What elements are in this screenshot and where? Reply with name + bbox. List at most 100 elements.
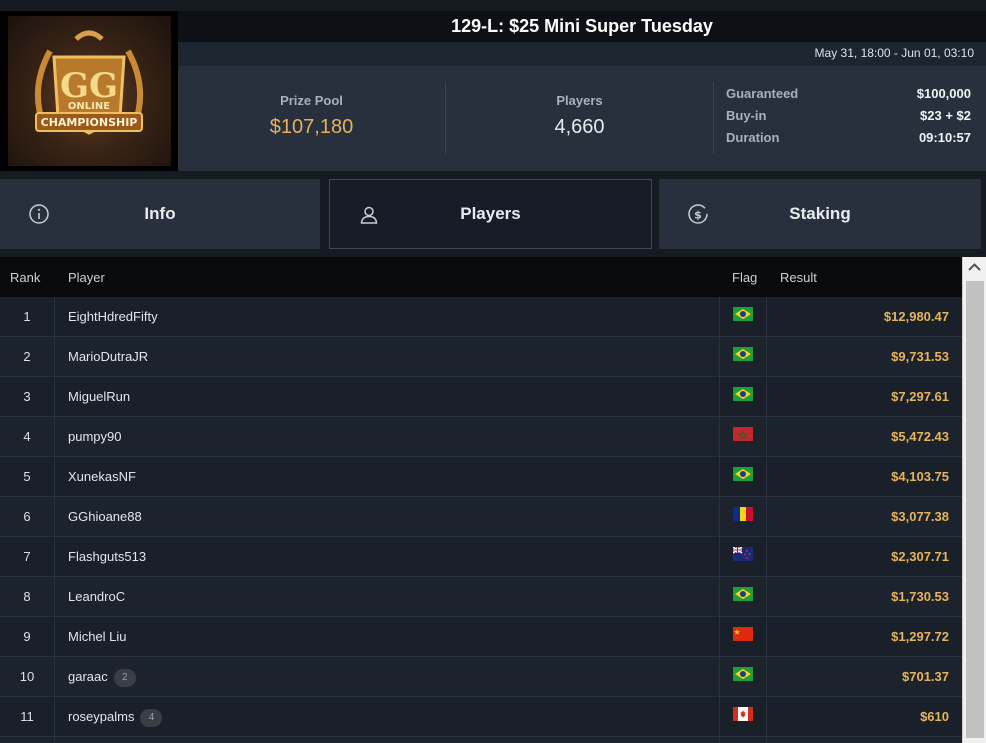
detail-guaranteed: Guaranteed $100,000: [726, 86, 971, 108]
brazil-flag-icon: [733, 347, 753, 361]
svg-text:ONLINE: ONLINE: [68, 101, 110, 112]
reentry-count-badge: 4: [140, 708, 163, 727]
rank-cell: [0, 737, 55, 743]
table-row[interactable]: 3 MiguelRun $7,297.61: [0, 377, 962, 417]
table-row[interactable]: 2 MarioDutraJR $9,731.53: [0, 337, 962, 377]
date-bar: May 31, 18:00 - Jun 01, 03:10: [178, 42, 986, 66]
morocco-flag-icon: [733, 427, 753, 441]
player-cell[interactable]: XunekasNF: [68, 457, 136, 496]
user-icon: [360, 206, 378, 224]
player-cell[interactable]: MarioDutraJR: [68, 337, 148, 376]
stats-panel: Prize Pool $107,180 Players 4,660 Guaran…: [178, 66, 986, 171]
reentry-count-badge: 2: [113, 668, 136, 687]
player-cell[interactable]: EightHdredFifty: [68, 297, 158, 336]
result-cell: $4,103.75: [891, 469, 949, 484]
player-name[interactable]: GGhioane88: [68, 509, 142, 524]
flag-cell: [719, 457, 767, 496]
flag-cell: [719, 497, 767, 536]
player-name[interactable]: pumpy90: [68, 429, 121, 444]
rank-cell: 10: [0, 657, 55, 696]
rank-cell: 4: [0, 417, 55, 456]
table-row[interactable]: 5 XunekasNF $4,103.75: [0, 457, 962, 497]
table-row[interactable]: 1 EightHdredFifty $12,980.47: [0, 297, 962, 337]
flag-cell: [719, 577, 767, 616]
tab-label: Staking: [789, 204, 851, 223]
table-header: Rank Player Flag Result: [0, 257, 962, 297]
player-name[interactable]: roseypalms: [68, 709, 134, 724]
flag-cell: [719, 377, 767, 416]
rank-cell: 3: [0, 377, 55, 416]
player-cell[interactable]: roseypalms 4: [68, 697, 163, 736]
flag-cell: [719, 537, 767, 576]
rank-cell: 2: [0, 337, 55, 376]
table-row[interactable]: 9 Michel Liu $1,297.72: [0, 617, 962, 657]
players-label: Players: [556, 93, 603, 108]
result-cell: $5,472.43: [891, 429, 949, 444]
divider: [713, 82, 714, 154]
chevron-up-icon: [968, 263, 981, 271]
tab-label: Players: [460, 204, 521, 223]
brazil-flag-icon: [733, 587, 753, 601]
scrollbar[interactable]: [962, 257, 986, 743]
player-cell[interactable]: MiguelRun: [68, 377, 130, 416]
player-cell[interactable]: LeandroC: [68, 577, 125, 616]
brazil-flag-icon: [733, 307, 753, 321]
tournament-details: Guaranteed $100,000 Buy-in $23 + $2 Dura…: [726, 86, 971, 152]
table-row[interactable]: 11 roseypalms 4 $610: [0, 697, 962, 737]
player-cell[interactable]: Flashguts513: [68, 537, 146, 576]
tournament-logo: GG ONLINE CHAMPIONSHIP: [0, 11, 178, 171]
player-name[interactable]: XunekasNF: [68, 469, 136, 484]
result-cell: $3,077.38: [891, 509, 949, 524]
detail-value: $100,000: [916, 86, 971, 101]
flag-cell: [719, 657, 767, 696]
result-cell: $7,297.61: [891, 389, 949, 404]
logo-emblem: GG ONLINE CHAMPIONSHIP: [7, 16, 171, 166]
column-header-player[interactable]: Player: [68, 270, 105, 285]
table-row[interactable]: 6 GGhioane88 $3,077.38: [0, 497, 962, 537]
players-stat: Players 4,660: [446, 66, 713, 171]
svg-text:CHAMPIONSHIP: CHAMPIONSHIP: [41, 116, 138, 129]
player-name[interactable]: Michel Liu: [68, 629, 127, 644]
table-row[interactable]: 10 garaac 2 $701.37: [0, 657, 962, 697]
scroll-up-button[interactable]: [963, 257, 986, 279]
tab-label: Info: [144, 204, 176, 223]
player-name[interactable]: Flashguts513: [68, 549, 146, 564]
column-header-rank[interactable]: Rank: [10, 270, 40, 285]
dollar-coin-icon: $: [688, 204, 708, 224]
flag-cell: [719, 617, 767, 656]
player-name[interactable]: LeandroC: [68, 589, 125, 604]
rank-cell: 6: [0, 497, 55, 536]
player-name[interactable]: MiguelRun: [68, 389, 130, 404]
table-row[interactable]: [0, 737, 962, 743]
result-cell: $9,731.53: [891, 349, 949, 364]
result-cell: $701.37: [902, 669, 949, 684]
flag-cell: [719, 297, 767, 336]
table-row[interactable]: 7 Flashguts513 $2,307.71: [0, 537, 962, 577]
tab-staking[interactable]: $ Staking: [659, 179, 981, 249]
player-cell[interactable]: GGhioane88: [68, 497, 142, 536]
column-header-result[interactable]: Result: [780, 270, 817, 285]
player-cell[interactable]: garaac 2: [68, 657, 136, 696]
column-header-flag[interactable]: Flag: [732, 270, 757, 285]
table-body: 1 EightHdredFifty $12,980.47 2 MarioDutraJR $…: [0, 297, 962, 743]
scrollbar-thumb[interactable]: [966, 281, 984, 738]
table-row[interactable]: 8 LeandroC $1,730.53: [0, 577, 962, 617]
rank-cell: 9: [0, 617, 55, 656]
player-cell[interactable]: Michel Liu: [68, 617, 127, 656]
result-cell: $1,297.72: [891, 629, 949, 644]
svg-text:GG: GG: [60, 66, 118, 106]
rank-cell: 11: [0, 697, 55, 736]
result-cell: $12,980.47: [883, 309, 949, 324]
prize-pool-label: Prize Pool: [280, 93, 343, 108]
players-value: 4,660: [554, 116, 605, 138]
table-row[interactable]: 4 pumpy90 $5,472.43: [0, 417, 962, 457]
player-name[interactable]: EightHdredFifty: [68, 309, 158, 324]
brazil-flag-icon: [733, 467, 753, 481]
tab-info[interactable]: Info: [0, 179, 320, 249]
tournament-dates: May 31, 18:00 - Jun 01, 03:10: [814, 46, 974, 60]
tab-players[interactable]: Players: [329, 179, 652, 249]
player-cell[interactable]: pumpy90: [68, 417, 121, 456]
player-name[interactable]: MarioDutraJR: [68, 349, 148, 364]
player-name[interactable]: garaac: [68, 669, 108, 684]
detail-duration: Duration 09:10:57: [726, 130, 971, 152]
